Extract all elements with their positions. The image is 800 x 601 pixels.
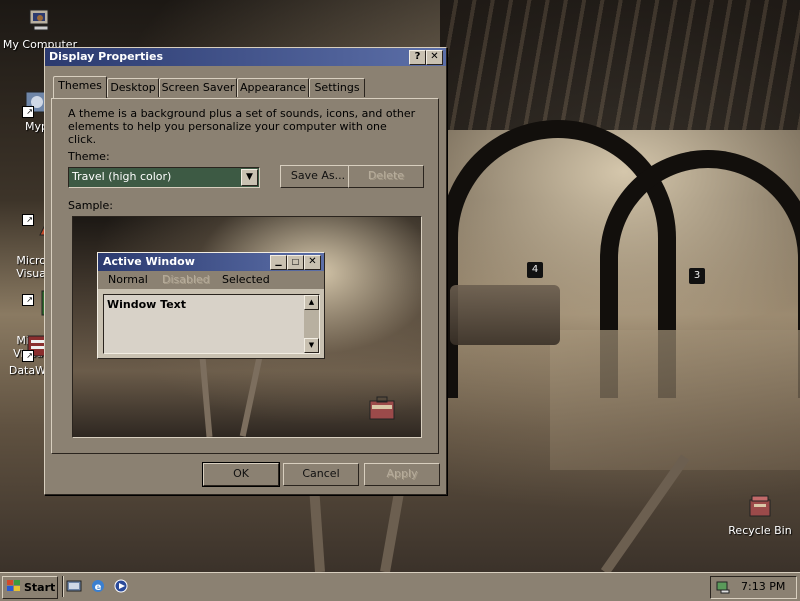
rail-track	[239, 357, 263, 437]
tab-settings[interactable]: Settings	[309, 78, 365, 97]
minimize-icon: ▁	[270, 255, 287, 270]
clock[interactable]: 7:13 PM	[741, 580, 785, 593]
network-icon[interactable]	[715, 579, 731, 595]
station-platform	[550, 330, 800, 470]
close-icon: ✕	[304, 255, 321, 270]
delete-button[interactable]: Delete	[348, 165, 424, 188]
themes-panel: A theme is a background plus a set of so…	[51, 98, 439, 454]
sample-title: Active Window	[103, 255, 195, 268]
ie-icon[interactable]: e	[90, 578, 106, 594]
sample-menu-selected: Selected	[222, 273, 270, 286]
theme-dropdown[interactable]: Travel (high color) ▼	[68, 167, 260, 188]
help-button[interactable]: ?	[409, 50, 426, 65]
close-button[interactable]: ✕	[426, 50, 443, 65]
apply-button[interactable]: Apply	[364, 463, 440, 486]
start-label: Start	[24, 581, 56, 594]
tab-screen-saver[interactable]: Screen Saver	[159, 78, 237, 97]
desktop-icon-recycle-bin[interactable]: Recycle Bin	[720, 490, 800, 537]
svg-text:e: e	[95, 582, 102, 593]
theme-label: Theme:	[68, 150, 110, 163]
sample-menu-normal: Normal	[108, 273, 148, 286]
rail-track	[199, 356, 213, 437]
taskbar: Start e 7:13 PM	[0, 572, 800, 601]
start-button[interactable]: Start	[2, 576, 58, 599]
tab-desktop[interactable]: Desktop	[107, 78, 159, 97]
sample-titlebar: Active Window ▁ □ ✕	[98, 253, 324, 271]
sample-scrollbar: ▲ ▼	[304, 295, 319, 353]
train-graphic	[450, 285, 560, 345]
dialog-titlebar[interactable]: Display Properties ? ✕	[45, 48, 446, 66]
cancel-button[interactable]: Cancel	[283, 463, 359, 486]
taskbar-divider	[62, 576, 64, 597]
media-player-icon[interactable]	[113, 578, 129, 594]
theme-description: A theme is a background plus a set of so…	[68, 107, 416, 146]
windows-logo-icon	[7, 578, 21, 591]
sample-client-area: Window Text ▲ ▼	[103, 294, 320, 354]
save-as-button[interactable]: Save As...	[280, 165, 356, 188]
show-desktop-icon[interactable]	[66, 578, 82, 594]
recycle-bin-icon	[744, 490, 776, 522]
desktop-icon-label: Recycle Bin	[728, 524, 792, 537]
scroll-down-icon: ▼	[304, 338, 319, 353]
sample-window-text: Window Text	[107, 298, 187, 311]
system-tray: 7:13 PM	[710, 576, 797, 599]
station-roof	[440, 0, 800, 130]
tab-appearance[interactable]: Appearance	[237, 78, 309, 97]
display-properties-dialog: Display Properties ? ✕ Themes Desktop Sc…	[44, 47, 447, 495]
sample-menu-bar: Normal Disabled Selected	[98, 271, 324, 289]
dialog-title: Display Properties	[49, 50, 164, 63]
rail-track	[600, 454, 690, 572]
tab-strip: Themes Desktop Screen Saver Appearance S…	[51, 76, 437, 100]
sample-menu-disabled: Disabled	[162, 273, 210, 286]
suitcase-icon	[368, 395, 396, 421]
maximize-icon: □	[287, 255, 304, 270]
sample-preview: Active Window ▁ □ ✕ Normal Disabled Sele…	[72, 216, 422, 438]
platform-sign: 3	[689, 268, 705, 284]
desktop-icon-label: DataW	[8, 364, 46, 377]
sample-label: Sample:	[68, 199, 113, 212]
chevron-down-icon[interactable]: ▼	[241, 169, 258, 186]
ok-button[interactable]: OK	[202, 462, 280, 487]
tab-themes[interactable]: Themes	[53, 76, 107, 98]
desktop-icon-my-computer[interactable]: My Computer	[2, 4, 78, 51]
sample-active-window: Active Window ▁ □ ✕ Normal Disabled Sele…	[97, 252, 325, 359]
theme-dropdown-value: Travel (high color)	[72, 170, 172, 183]
scroll-up-icon: ▲	[304, 295, 319, 310]
desktop-icon-datawindow[interactable]: ↗ DataW	[2, 330, 49, 377]
computer-icon	[24, 4, 56, 36]
platform-sign: 4	[527, 262, 543, 278]
